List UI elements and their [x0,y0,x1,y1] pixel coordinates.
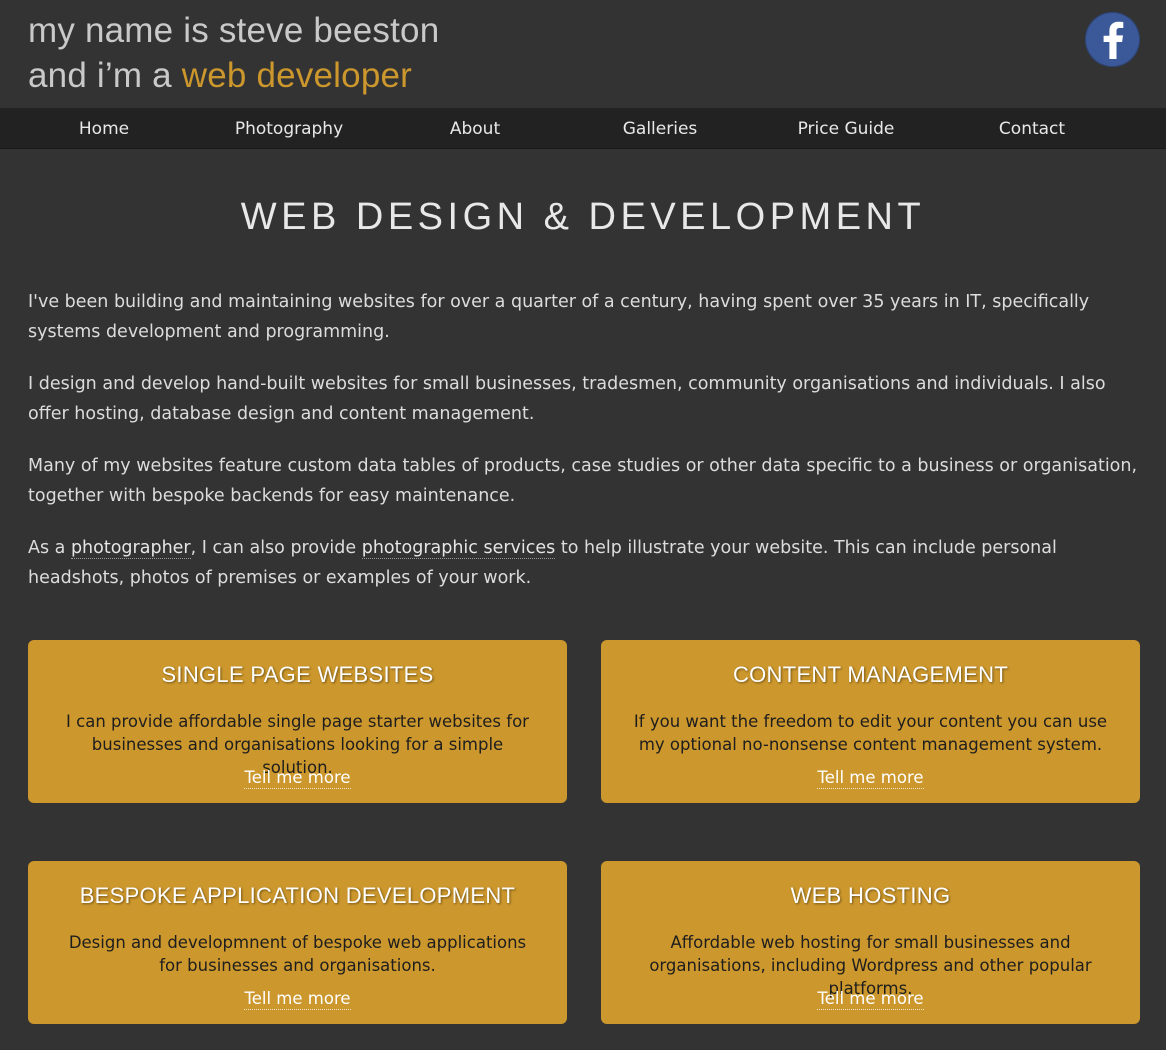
photography-paragraph: As a photographer, I can also provide ph… [28,534,1140,593]
photo-text-prefix: As a [28,538,71,558]
tell-me-more-label: Tell me more [244,989,351,1010]
nav-item-contact[interactable]: Contact [962,108,1102,149]
photographer-link[interactable]: photographer [70,538,191,559]
intro-text: I've been building and maintaining websi… [28,288,1140,616]
tell-me-more-label: Tell me more [244,768,351,789]
card-title: SINGLE PAGE WEBSITES [161,662,434,687]
card-single-page-websites: SINGLE PAGE WEBSITES I can provide affor… [28,640,567,803]
site-tagline[interactable]: my name is steve beeston and i’m a web d… [28,8,439,98]
intro-paragraph: I've been building and maintaining websi… [28,292,1090,342]
card-title: WEB HOSTING [790,883,951,908]
card-content-management: CONTENT MANAGEMENT If you want the freed… [601,640,1140,803]
tell-me-more-link[interactable]: Tell me more [28,768,567,789]
card-bespoke-application-development: BESPOKE APPLICATION DEVELOPMENT Design a… [28,861,567,1024]
nav-item-price-guide[interactable]: Price Guide [776,108,916,149]
intro-paragraph: Many of my websites feature custom data … [28,456,1138,506]
tell-me-more-label: Tell me more [817,989,924,1010]
photographic-services-link[interactable]: photographic services [361,538,556,559]
main-nav: Home Photography About Galleries Price G… [0,108,1166,149]
tell-me-more-link[interactable]: Tell me more [601,989,1140,1010]
site-header: my name is steve beeston and i’m a web d… [0,0,1166,108]
tagline-line-2: and i’m a web developer [28,53,439,98]
tagline-prefix: and i’m a [28,56,182,95]
tell-me-more-link[interactable]: Tell me more [28,989,567,1010]
card-web-hosting: WEB HOSTING Affordable web hosting for s… [601,861,1140,1024]
photo-text-middle: , I can also provide [190,538,362,558]
tagline-accent: web developer [181,56,413,95]
card-text: If you want the freedom to edit your con… [633,712,1108,754]
facebook-icon [1103,21,1123,59]
nav-item-about[interactable]: About [405,108,545,149]
tagline-line-1: my name is steve beeston [28,11,440,50]
tell-me-more-link[interactable]: Tell me more [601,768,1140,789]
card-text: Design and developmnent of bespoke web a… [68,933,527,975]
intro-paragraph: I design and develop hand-built websites… [28,374,1106,424]
nav-item-photography[interactable]: Photography [219,108,359,149]
nav-item-home[interactable]: Home [34,108,174,149]
nav-item-galleries[interactable]: Galleries [590,108,730,149]
tell-me-more-label: Tell me more [817,768,924,789]
facebook-link[interactable] [1085,12,1140,67]
card-title: BESPOKE APPLICATION DEVELOPMENT [79,883,516,908]
page-title: WEB DESIGN & DEVELOPMENT [240,196,926,238]
card-title: CONTENT MANAGEMENT [732,662,1009,687]
